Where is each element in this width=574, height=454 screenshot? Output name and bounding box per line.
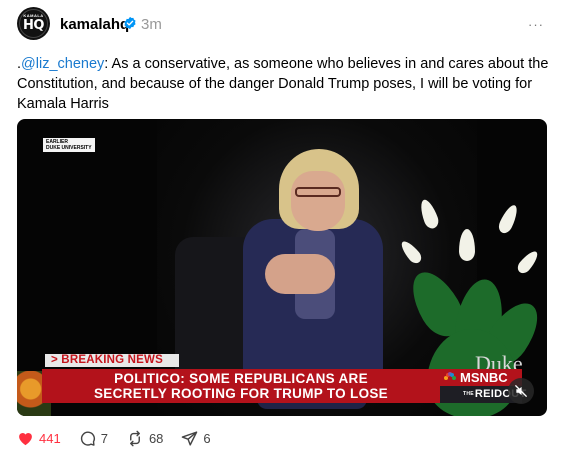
headline-line-1: POLITICO: SOME REPUBLICANS ARE bbox=[114, 371, 368, 386]
post-text: .@liz_cheney: As a conservative, as some… bbox=[17, 54, 557, 114]
plant-flower bbox=[515, 248, 541, 276]
repost-count: 68 bbox=[148, 430, 164, 446]
speaker-face bbox=[291, 171, 345, 231]
thread-post: KAMALA HQ kamalahq 3m ··· .@liz_cheney: … bbox=[0, 0, 574, 454]
repost-button[interactable]: 68 bbox=[126, 430, 163, 447]
reply-count: 7 bbox=[100, 430, 108, 446]
speaker-hands bbox=[265, 254, 335, 294]
headline-line-2: SECRETLY ROOTING FOR TRUMP TO LOSE bbox=[94, 386, 388, 401]
reply-button[interactable]: 7 bbox=[79, 430, 108, 447]
location-label: DUKE UNIVERSITY bbox=[46, 145, 92, 151]
share-count: 6 bbox=[203, 430, 211, 446]
video-player[interactable]: EARLIER DUKE UNIVERSITY Duke > BREAKING … bbox=[17, 119, 547, 416]
username[interactable]: kamalahq bbox=[60, 16, 129, 33]
mute-button[interactable] bbox=[508, 378, 534, 404]
verified-badge-icon bbox=[124, 16, 136, 30]
heart-icon bbox=[19, 433, 32, 446]
avatar-logo-top: KAMALA bbox=[23, 13, 44, 18]
speaker-muted-icon bbox=[515, 385, 527, 397]
comment-icon bbox=[80, 431, 95, 446]
chyron-headline: POLITICO: SOME REPUBLICANS ARE SECRETLY … bbox=[42, 369, 440, 403]
more-options-icon[interactable]: ··· bbox=[528, 17, 544, 32]
post-timestamp: 3m bbox=[141, 16, 162, 33]
show-prefix: THE bbox=[463, 391, 474, 397]
earlier-badge: EARLIER DUKE UNIVERSITY bbox=[43, 138, 95, 152]
plant-flower bbox=[459, 229, 475, 261]
peacock-icon bbox=[444, 372, 456, 380]
post-actions: 441 7 68 6 bbox=[17, 429, 229, 447]
plant-flower bbox=[496, 202, 521, 236]
speaker-glasses bbox=[295, 187, 341, 197]
network-name: MSNBC bbox=[460, 370, 508, 385]
mention-link[interactable]: @liz_cheney bbox=[21, 56, 104, 72]
share-button[interactable]: 6 bbox=[181, 430, 211, 447]
repost-icon bbox=[129, 430, 140, 446]
breaking-news-label: > BREAKING NEWS bbox=[51, 354, 163, 366]
plant-flower bbox=[417, 197, 441, 231]
breaking-news-bar: > BREAKING NEWS bbox=[45, 354, 179, 367]
plant-flower bbox=[398, 238, 424, 266]
like-count: 441 bbox=[39, 430, 61, 446]
like-button[interactable]: 441 bbox=[17, 430, 61, 446]
send-icon bbox=[182, 430, 198, 446]
avatar[interactable]: KAMALA HQ bbox=[17, 7, 50, 40]
